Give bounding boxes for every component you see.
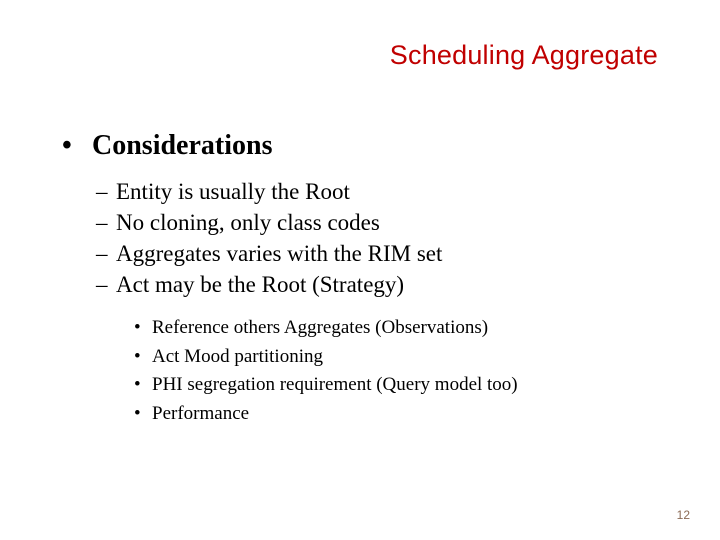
heading-text: Considerations <box>92 130 272 161</box>
sub-item-text: Entity is usually the Root <box>116 179 350 204</box>
slide-title: Scheduling Aggregate <box>390 40 658 71</box>
subsub-item: •PHI segregation requirement (Query mode… <box>134 371 658 400</box>
subsub-item-text: Performance <box>152 403 249 424</box>
sub-item: –Act may be the Root (Strategy) <box>96 269 658 300</box>
subsub-item: •Act Mood partitioning <box>134 343 658 372</box>
subsub-item: •Reference others Aggregates (Observatio… <box>134 314 658 343</box>
bullet-icon: • <box>134 371 152 400</box>
subsub-item: •Performance <box>134 400 658 429</box>
bullet-icon: • <box>62 130 92 162</box>
sub-item-text: Aggregates varies with the RIM set <box>116 241 442 266</box>
sub-item: –Aggregates varies with the RIM set <box>96 238 658 269</box>
heading-line: •Considerations <box>62 130 658 162</box>
sub-item: –Entity is usually the Root <box>96 176 658 207</box>
dash-icon: – <box>96 176 116 207</box>
subsub-list: •Reference others Aggregates (Observatio… <box>134 314 658 428</box>
bullet-icon: • <box>134 400 152 429</box>
dash-icon: – <box>96 238 116 269</box>
dash-icon: – <box>96 207 116 238</box>
subsub-item-text: PHI segregation requirement (Query model… <box>152 374 518 395</box>
sub-item: –No cloning, only class codes <box>96 207 658 238</box>
subsub-item-text: Reference others Aggregates (Observation… <box>152 317 488 338</box>
subsub-item-text: Act Mood partitioning <box>152 346 323 367</box>
sub-item-text: No cloning, only class codes <box>116 210 380 235</box>
sub-list: –Entity is usually the Root –No cloning,… <box>96 176 658 428</box>
page-number: 12 <box>677 508 690 522</box>
bullet-icon: • <box>134 314 152 343</box>
dash-icon: – <box>96 269 116 300</box>
slide-body: •Considerations –Entity is usually the R… <box>62 130 658 428</box>
sub-item-text: Act may be the Root (Strategy) <box>116 272 404 297</box>
slide: Scheduling Aggregate •Considerations –En… <box>0 0 720 540</box>
bullet-icon: • <box>134 343 152 372</box>
